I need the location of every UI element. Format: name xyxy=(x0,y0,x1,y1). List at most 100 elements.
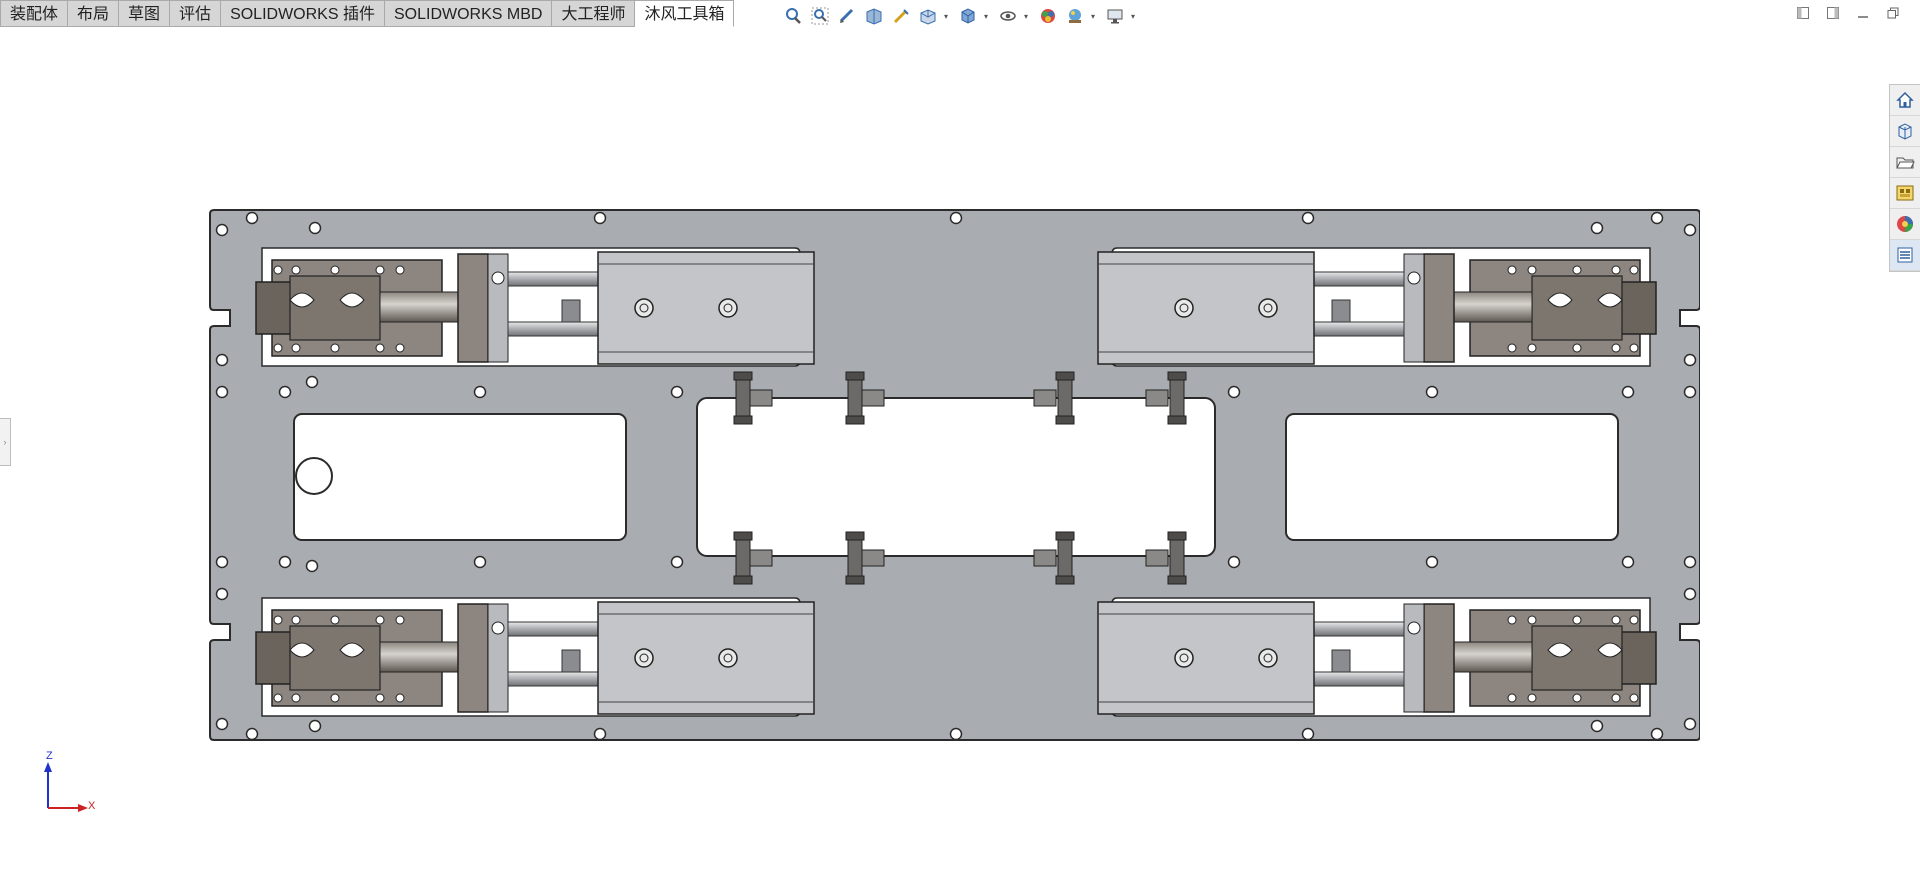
document-window-controls xyxy=(1796,6,1900,20)
guide-rod xyxy=(1313,271,1405,287)
clamp-bolt xyxy=(1611,265,1621,275)
zoom-to-fit-icon[interactable] xyxy=(782,5,804,27)
fitting-body xyxy=(1057,535,1073,581)
clamp-bolt xyxy=(395,693,405,703)
fitting-body xyxy=(1169,535,1185,581)
view-orientation-dropdown-icon[interactable]: ▾ xyxy=(944,12,952,21)
clamp-bolt xyxy=(1507,615,1517,625)
hole xyxy=(1621,555,1635,569)
clamp-bolt xyxy=(395,265,405,275)
view-settings-icon[interactable] xyxy=(1104,5,1126,27)
clamp-assembly xyxy=(255,597,815,717)
clamp-bolt xyxy=(375,343,385,353)
hole xyxy=(215,555,229,569)
hole xyxy=(473,385,487,399)
hole xyxy=(593,211,607,225)
plate-window-left xyxy=(293,413,627,541)
fitting-body xyxy=(1169,375,1185,421)
clamp-bolt xyxy=(291,343,301,353)
hide-show-items-icon[interactable] xyxy=(997,5,1019,27)
hole xyxy=(1301,727,1315,741)
feature-manager-collapse-handle[interactable]: › xyxy=(0,418,11,466)
fitting-elbow xyxy=(1033,549,1057,567)
mounting-flange xyxy=(1423,253,1455,363)
fitting-collar xyxy=(733,371,753,381)
cylinder-port xyxy=(634,648,654,668)
cylinder-port xyxy=(718,298,738,318)
ribbon-tab[interactable]: 草图 xyxy=(119,0,171,27)
view-palette-icon[interactable] xyxy=(1890,178,1920,209)
hole xyxy=(215,717,229,731)
piston-rod xyxy=(379,641,463,673)
clamp-bolt xyxy=(291,265,301,275)
clamp-bolt xyxy=(395,343,405,353)
edit-appearance-icon[interactable] xyxy=(1037,5,1059,27)
hole xyxy=(308,221,322,235)
clamp-bolt xyxy=(1507,693,1517,703)
appearances-scenes-icon[interactable] xyxy=(1890,209,1920,240)
fitting-elbow xyxy=(861,549,885,567)
hole xyxy=(308,719,322,733)
clamp-assembly xyxy=(255,247,815,367)
hole xyxy=(670,385,684,399)
rod-nut xyxy=(561,649,581,673)
restore-icon[interactable] xyxy=(1886,6,1900,20)
clamp-bolt xyxy=(1572,343,1582,353)
hole xyxy=(1590,221,1604,235)
apply-scene-icon[interactable] xyxy=(1064,5,1086,27)
ribbon-tab[interactable]: SOLIDWORKS MBD xyxy=(384,0,553,27)
tile-left-icon[interactable] xyxy=(1796,6,1810,20)
fitting-collar xyxy=(1167,531,1187,541)
display-style-dropdown-icon[interactable]: ▾ xyxy=(984,12,992,21)
clamp-bolt xyxy=(330,615,340,625)
solidworks-resources-icon[interactable] xyxy=(1890,85,1920,116)
section-view-icon[interactable] xyxy=(863,5,885,27)
flange-block xyxy=(487,603,509,713)
flange-hole xyxy=(491,271,505,285)
cylinder-port xyxy=(634,298,654,318)
hole xyxy=(949,211,963,225)
hole xyxy=(305,559,319,573)
view-settings-dropdown-icon[interactable]: ▾ xyxy=(1131,12,1139,21)
apply-scene-dropdown-icon[interactable]: ▾ xyxy=(1091,12,1099,21)
clamp-bolt xyxy=(291,693,301,703)
guided-cylinder-body xyxy=(1097,601,1315,715)
design-library-icon[interactable] xyxy=(1890,116,1920,147)
fitting-elbow xyxy=(1145,389,1169,407)
zoom-to-area-icon[interactable] xyxy=(809,5,831,27)
clamp-bolt xyxy=(1611,615,1621,625)
minimize-icon[interactable] xyxy=(1856,6,1870,20)
fitting-collar xyxy=(733,531,753,541)
clamp-bolt xyxy=(375,693,385,703)
clamp-bolt xyxy=(1527,343,1537,353)
tile-right-icon[interactable] xyxy=(1826,6,1840,20)
cylinder-port xyxy=(1258,298,1278,318)
heads-up-view-toolbar: ▾ ▾ ▾ ▾ ▾ xyxy=(782,2,1139,30)
custom-properties-icon[interactable] xyxy=(1890,240,1920,271)
file-explorer-icon[interactable] xyxy=(1890,147,1920,178)
ribbon-tab[interactable]: 评估 xyxy=(170,0,222,27)
clamp-bolt xyxy=(375,615,385,625)
guide-rod xyxy=(507,271,599,287)
clamp-bolt xyxy=(1527,693,1537,703)
hide-show-dropdown-icon[interactable]: ▾ xyxy=(1024,12,1032,21)
command-manager-tabs: 装配体 布局 草图 评估 SOLIDWORKS 插件 SOLIDWORKS MBD 大工程师… xyxy=(0,0,735,28)
rod-nut xyxy=(1331,649,1351,673)
ribbon-tab[interactable]: SOLIDWORKS 插件 xyxy=(221,0,385,27)
previous-view-icon[interactable] xyxy=(836,5,858,27)
display-style-icon[interactable] xyxy=(957,5,979,27)
fitting-collar xyxy=(845,371,865,381)
dynamic-annotation-icon[interactable] xyxy=(890,5,912,27)
clamp-bolt xyxy=(1629,615,1639,625)
ribbon-tab[interactable]: 大工程师 xyxy=(552,0,636,27)
view-orientation-icon[interactable] xyxy=(917,5,939,27)
ribbon-tab[interactable]: 沐风工具箱 xyxy=(635,0,735,27)
ribbon-tab[interactable]: 装配体 xyxy=(0,0,69,27)
guide-rod xyxy=(507,321,599,337)
hole xyxy=(1683,353,1697,367)
piston-rod xyxy=(1449,641,1533,673)
cylinder-port xyxy=(718,648,738,668)
clamp-bolt xyxy=(1629,343,1639,353)
clamp-bolt xyxy=(1527,265,1537,275)
ribbon-tab[interactable]: 布局 xyxy=(68,0,120,27)
